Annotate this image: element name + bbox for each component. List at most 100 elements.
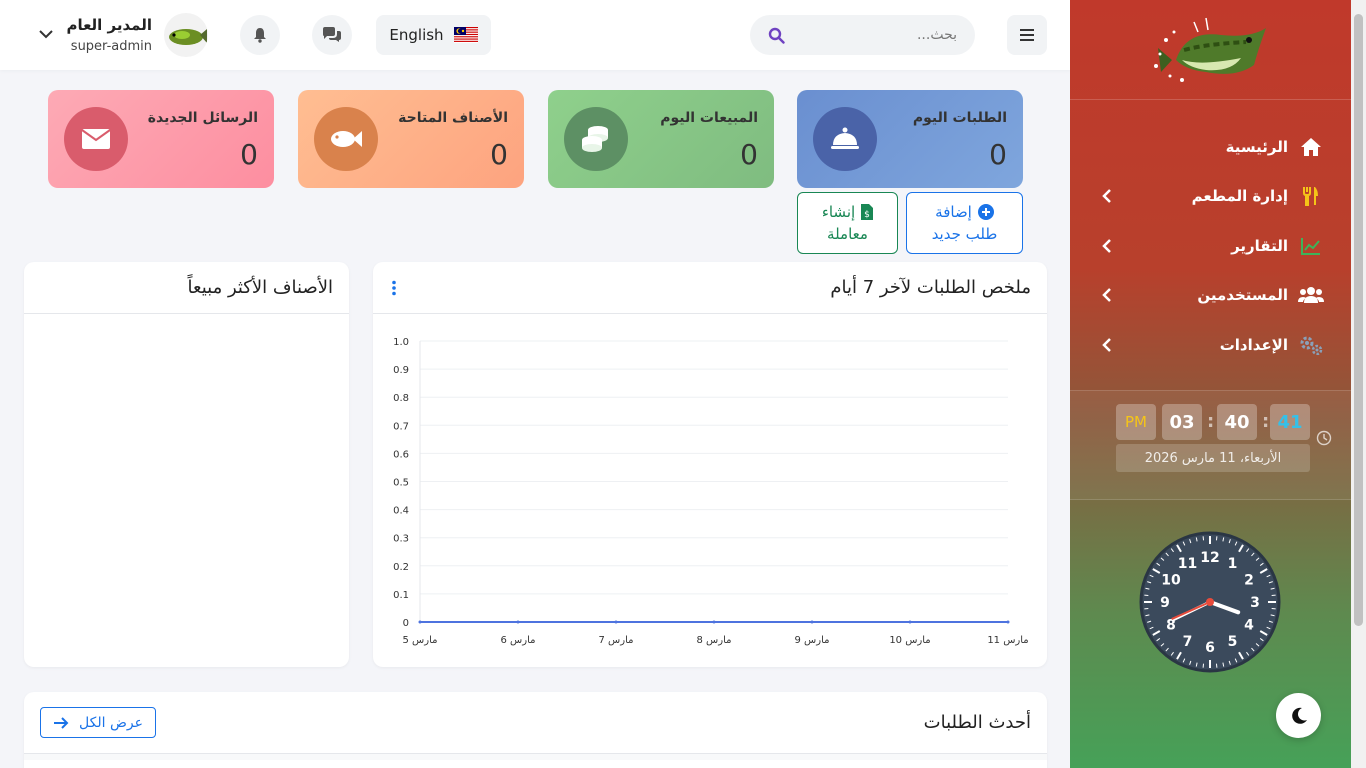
clock-numeral: 6 (1205, 640, 1215, 656)
clock-seconds: 41 (1270, 404, 1310, 440)
orders-line-chart: 0 0.1 0.2 0.3 0.4 0.5 0.6 0.7 0.8 0.9 1.0 5 مارس 6 م… (393, 337, 1029, 646)
x-tick-label: 6 مارس (501, 635, 536, 646)
user-menu[interactable]: المدير العام super-admin (36, 12, 216, 58)
stat-value: 0 (740, 138, 758, 171)
y-tick-label: 0 (403, 618, 409, 629)
card-title: أحدث الطلبات (923, 712, 1031, 733)
data-point (614, 620, 618, 624)
sidebar-item-reports[interactable]: التقارير (1070, 221, 1351, 271)
sidebar-item-label: الرئيسية (1225, 137, 1288, 156)
x-tick-label: 10 مارس (889, 635, 930, 646)
y-tick-label: 0.5 (393, 478, 409, 489)
clock-date: الأربعاء، 11 مارس 2026 (1116, 444, 1310, 472)
coins-icon (582, 126, 608, 152)
hamburger-icon (1020, 29, 1034, 41)
y-tick-label: 0.1 (393, 590, 409, 601)
user-role: super-admin (70, 39, 152, 54)
messages-button[interactable] (312, 15, 352, 55)
chevron-left-icon (1102, 238, 1111, 253)
add-order-button[interactable]: إضافة طلب جديد (906, 192, 1023, 254)
menu-toggle-button[interactable] (1007, 15, 1047, 55)
utensils-icon (1303, 187, 1318, 207)
data-point (516, 620, 520, 624)
clock-minutes: 40 (1217, 404, 1257, 440)
stat-title: المبيعات اليوم (660, 110, 758, 126)
stat-value: 0 (490, 138, 508, 171)
x-tick-label: 8 مارس (697, 635, 732, 646)
stat-title: الأصناف المتاحة (398, 110, 508, 126)
file-invoice-dollar-icon: $ (861, 204, 874, 220)
x-tick-label: 5 مارس (403, 635, 438, 646)
stat-icon-circle (314, 107, 378, 171)
moon-icon (1291, 707, 1307, 724)
stat-title: الرسائل الجديدة (147, 110, 258, 126)
stat-icon-circle (564, 107, 628, 171)
clock-hours: 03 (1162, 404, 1202, 440)
y-tick-label: 0.2 (393, 562, 409, 573)
clock-numeral: 4 (1244, 618, 1254, 634)
clock-numeral: 9 (1160, 595, 1170, 611)
dark-mode-toggle[interactable] (1276, 693, 1321, 738)
clock-ampm: PM (1116, 404, 1156, 440)
logo (1070, 0, 1351, 100)
y-tick-label: 0.8 (393, 393, 409, 404)
clock-numeral: 12 (1200, 550, 1219, 566)
analog-clock: 1234567891011 12 (1139, 531, 1281, 673)
fish-logo-icon (1153, 17, 1266, 82)
clock-numeral: 1 (1228, 556, 1238, 572)
y-tick-label: 0.7 (393, 421, 409, 432)
more-options-icon[interactable] (391, 280, 397, 296)
card-title: ملخص الطلبات لآخر 7 أيام (830, 277, 1031, 298)
sidebar-item-label: التقارير (1231, 236, 1288, 255)
view-all-button[interactable]: عرض الكل (40, 707, 156, 738)
sidebar-item-label: المستخدمين (1197, 286, 1288, 305)
stat-new-messages: الرسائل الجديدة 0 (48, 90, 274, 188)
sidebar-item-home[interactable]: الرئيسية (1070, 122, 1351, 172)
svg-text:$: $ (864, 210, 870, 220)
cogs-icon (1300, 336, 1323, 355)
x-tick-label: 9 مارس (795, 635, 830, 646)
sidebar-item-label: إدارة المطعم (1191, 187, 1288, 206)
chevron-left-icon (1102, 288, 1111, 303)
search-icon[interactable] (768, 27, 785, 44)
data-point (908, 620, 912, 624)
y-tick-label: 0.6 (393, 449, 409, 460)
bell-icon (254, 28, 266, 43)
latest-orders-card: أحدث الطلبات عرض الكل (24, 692, 1047, 768)
x-tick-label: 11 مارس (987, 635, 1028, 646)
search-box (750, 15, 975, 55)
user-name: المدير العام (66, 16, 152, 34)
avatar (164, 13, 208, 57)
clock-center (1206, 598, 1214, 606)
digital-clock-panel: PM 03 : 40 : 41 الأربعاء، 11 مارس 2026 (1070, 390, 1351, 500)
sidebar-item-settings[interactable]: الإعدادات (1070, 320, 1351, 370)
y-tick-label: 0.4 (393, 506, 409, 517)
comments-icon (323, 27, 341, 42)
create-transaction-button[interactable]: $ إنشاء معاملة (797, 192, 898, 254)
language-label: English (389, 26, 444, 44)
sidebar-item-users[interactable]: المستخدمين (1070, 271, 1351, 321)
y-tick-label: 1.0 (393, 337, 409, 348)
scrollbar-thumb[interactable] (1354, 14, 1363, 626)
fish-icon (331, 131, 362, 147)
orders-summary-card: ملخص الطلبات لآخر 7 أيام 0 0.1 0.2 0.3 0.4 0.… (373, 262, 1047, 667)
y-tick-label: 0.3 (393, 534, 409, 545)
clock-numeral: 7 (1183, 634, 1193, 650)
chevron-left-icon (1102, 337, 1111, 352)
language-switcher[interactable]: English (376, 15, 491, 55)
y-tick-label: 0.9 (393, 365, 409, 376)
clock-numeral: 3 (1250, 595, 1260, 611)
chevron-down-icon (39, 30, 53, 39)
notifications-button[interactable] (240, 15, 280, 55)
chevron-left-icon (1102, 189, 1111, 204)
chart-line-icon (1301, 237, 1320, 255)
sidebar-item-restaurant[interactable]: إدارة المطعم (1070, 172, 1351, 222)
plus-circle-icon (977, 204, 994, 220)
home-icon (1301, 137, 1321, 156)
stat-orders-today: الطلبات اليوم 0 (797, 90, 1023, 188)
stat-value: 0 (989, 138, 1007, 171)
top-items-card: الأصناف الأكثر مبيعاً (24, 262, 349, 667)
search-input[interactable] (793, 27, 957, 43)
page-scrollbar[interactable] (1351, 0, 1366, 768)
data-point (418, 620, 422, 624)
